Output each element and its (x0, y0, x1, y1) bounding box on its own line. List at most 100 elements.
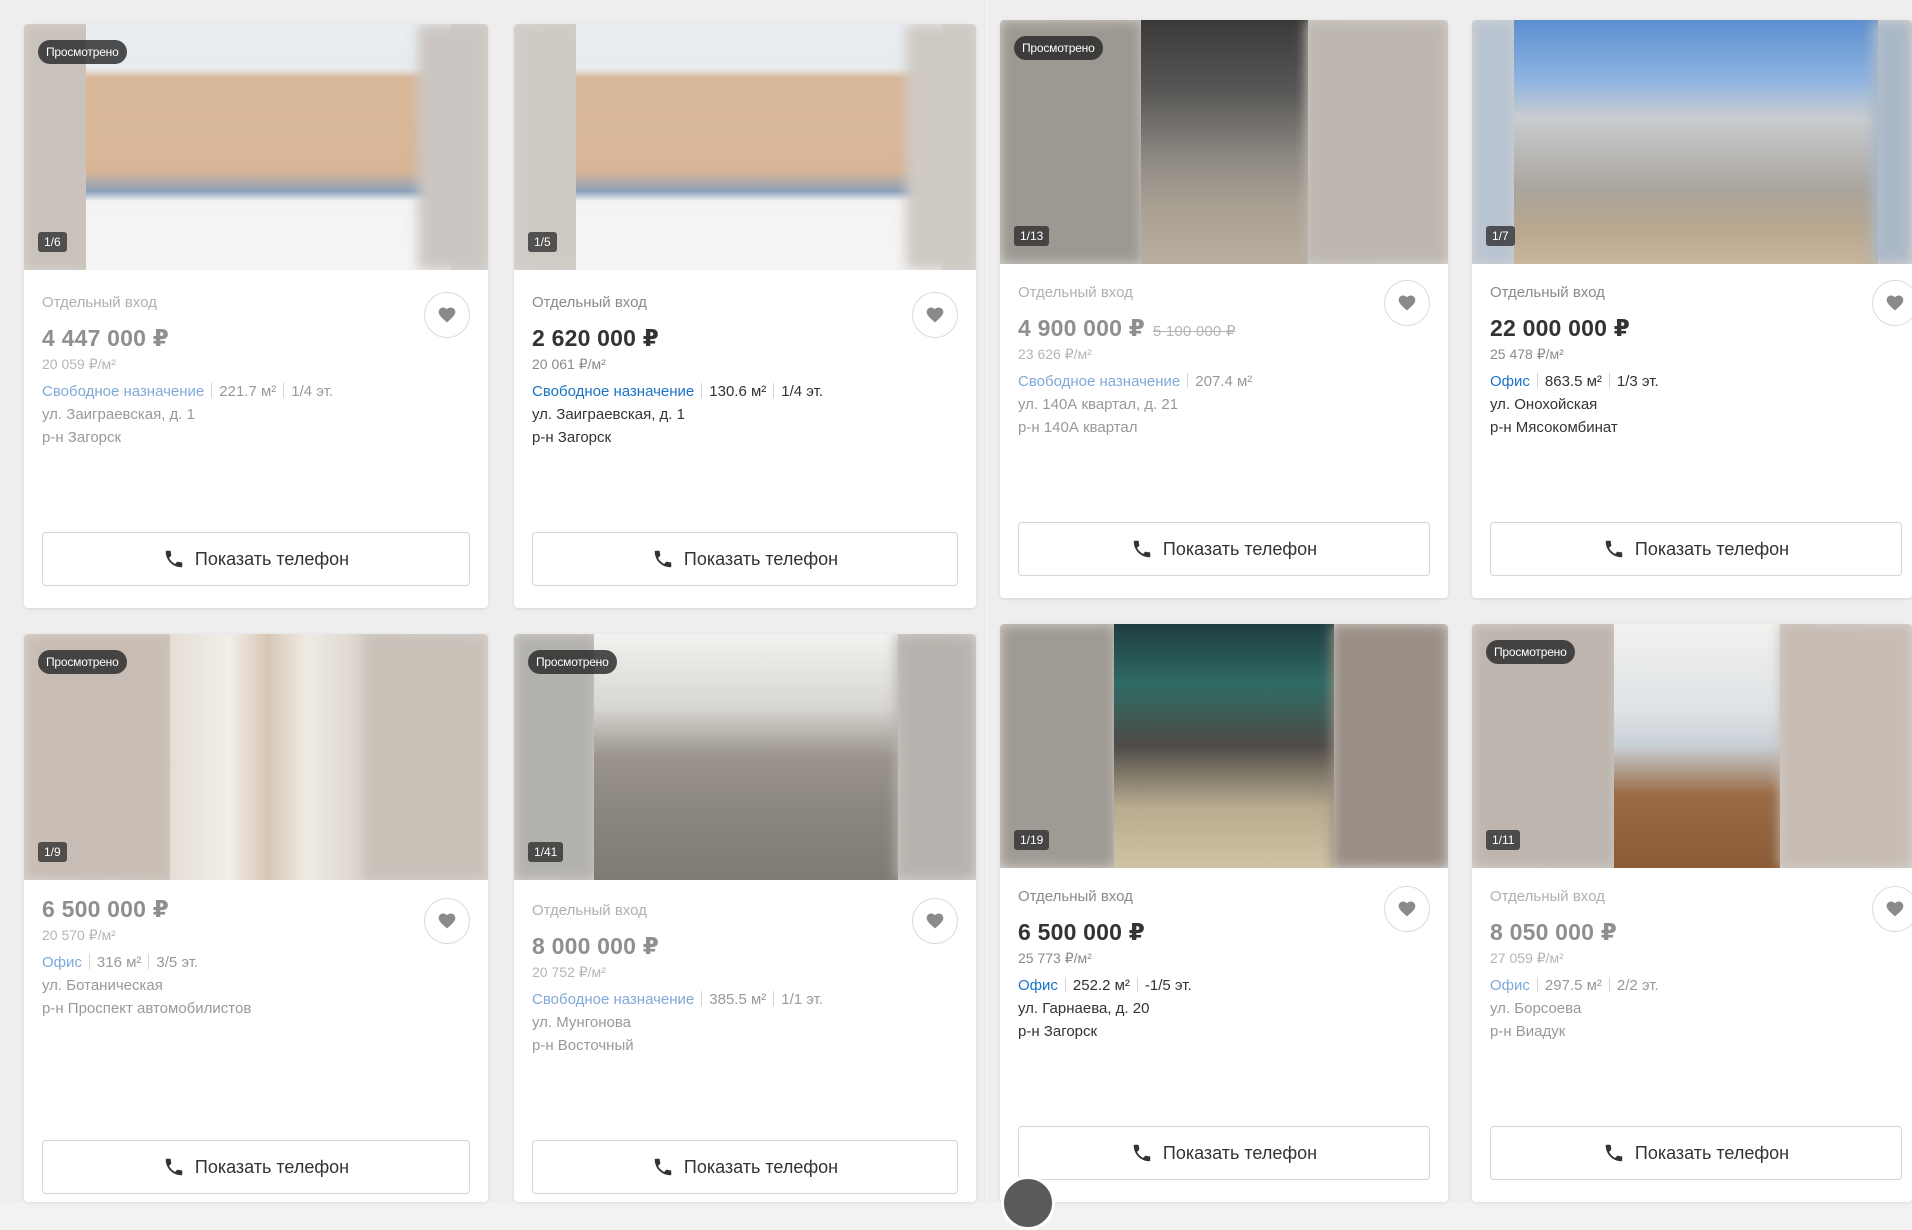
show-phone-button[interactable]: Показать телефон (532, 1140, 958, 1194)
property-district: р-н Загорск (1018, 1023, 1098, 1040)
listing-photo[interactable]: Просмотрено 1/6 (24, 24, 488, 270)
property-district: р-н Загорск (42, 429, 122, 446)
price-per-m2: 25 478 ₽/м² (1490, 346, 1564, 362)
property-district: р-н Проспект автомобилистов (42, 1000, 252, 1017)
old-price: 5 100 000 ₽ (1152, 323, 1236, 340)
property-floor: 2/2 эт. (1616, 977, 1659, 994)
property-area: 385.5 м² (709, 991, 767, 1008)
price: 6 500 000 ₽ (1018, 919, 1145, 945)
property-type-link[interactable]: Офис (1490, 373, 1530, 390)
price: 8 000 000 ₽ (532, 933, 659, 959)
listing-photo[interactable]: 1/7 (1472, 20, 1912, 264)
photo-counter: 1/19 (1014, 830, 1050, 850)
property-area: 130.6 м² (709, 383, 767, 400)
property-floor: 1/3 эт. (1616, 373, 1659, 390)
show-phone-label: Показать телефон (1162, 538, 1318, 559)
building-image (576, 24, 942, 270)
listing-photo[interactable]: Просмотрено 1/13 (1000, 20, 1448, 264)
heart-icon (1398, 901, 1416, 917)
favorite-button[interactable] (424, 292, 470, 338)
price-per-m2: 25 773 ₽/м² (1018, 950, 1092, 966)
corridor-image (1141, 20, 1308, 264)
property-address: ул. Заиграевская, д. 1 (42, 406, 195, 423)
property-district: р-н Восточный (532, 1037, 634, 1054)
favorite-button[interactable] (912, 292, 958, 338)
listing-card[interactable]: Просмотрено 1/11 Отдельный вход 8 050 00… (1472, 624, 1912, 1202)
viewed-badge: Просмотрено (528, 650, 617, 674)
favorite-button[interactable] (912, 898, 958, 944)
listing-card[interactable]: 1/7 Отдельный вход 22 000 000 ₽ 25 478 ₽… (1472, 20, 1912, 598)
property-type-link[interactable]: Свободное назначение (532, 383, 694, 400)
price-per-m2: 23 626 ₽/м² (1018, 346, 1092, 362)
show-phone-button[interactable]: Показать телефон (1018, 1126, 1430, 1180)
listing-card[interactable]: Просмотрено 1/41 Отдельный вход 8 000 00… (514, 634, 976, 1202)
building-image (1514, 20, 1878, 264)
listing-card[interactable]: 1/19 Отдельный вход 6 500 000 ₽ 25 773 ₽… (1000, 624, 1448, 1202)
property-district: р-н Загорск (532, 429, 612, 446)
property-type-link[interactable]: Офис (42, 954, 82, 971)
photo-counter: 1/41 (528, 842, 564, 862)
show-phone-button[interactable]: Показать телефон (532, 532, 958, 586)
listing-photo[interactable]: 1/19 (1000, 624, 1448, 868)
scroll-up-button[interactable] (1001, 1176, 1055, 1230)
show-phone-button[interactable]: Показать телефон (1018, 522, 1430, 576)
favorite-button[interactable] (1872, 280, 1912, 326)
favorite-button[interactable] (1384, 280, 1430, 326)
listing-card[interactable]: Просмотрено 1/6 Отдельный вход 4 447 000… (24, 24, 488, 608)
show-phone-label: Показать телефон (683, 1156, 839, 1177)
property-meta: Офис 863.5 м² 1/3 эт. (1490, 373, 1832, 390)
show-phone-label: Показать телефон (1634, 1142, 1790, 1163)
listing-card[interactable]: Просмотрено 1/9 6 500 000 ₽ 20 570 ₽/м² … (24, 634, 488, 1202)
listing-photo[interactable]: Просмотрено 1/41 (514, 634, 976, 880)
photo-counter: 1/6 (38, 232, 67, 252)
show-phone-label: Показать телефон (194, 1156, 350, 1177)
property-type-link[interactable]: Офис (1018, 977, 1058, 994)
property-type-link[interactable]: Свободное назначение (532, 991, 694, 1008)
property-type-link[interactable]: Офис (1490, 977, 1530, 994)
favorite-button[interactable] (1872, 886, 1912, 932)
entrance-label: Отдельный вход (1018, 888, 1133, 905)
property-meta: Офис 252.2 м² -1/5 эт. (1018, 977, 1368, 994)
show-phone-button[interactable]: Показать телефон (1490, 1126, 1902, 1180)
favorite-button[interactable] (1384, 886, 1430, 932)
price: 22 000 000 ₽ (1490, 315, 1630, 341)
heart-icon (438, 307, 456, 323)
entrance-label: Отдельный вход (532, 294, 647, 311)
favorite-button[interactable] (424, 898, 470, 944)
building-image (86, 24, 451, 270)
phone-icon (654, 550, 672, 568)
property-address: ул. Мунгонова (532, 1014, 631, 1031)
heart-icon (1398, 295, 1416, 311)
show-phone-button[interactable]: Показать телефон (1490, 522, 1902, 576)
listing-photo[interactable]: 1/5 (514, 24, 976, 270)
property-floor: 1/1 эт. (781, 991, 823, 1008)
phone-icon (165, 550, 183, 568)
property-type-link[interactable]: Свободное назначение (42, 383, 204, 400)
price: 8 050 000 ₽ (1490, 919, 1617, 945)
listing-photo[interactable]: Просмотрено 1/9 (24, 634, 488, 880)
listing-card[interactable]: Просмотрено 1/13 Отдельный вход 4 900 00… (1000, 20, 1448, 598)
heart-icon (1886, 901, 1904, 917)
listing-photo[interactable]: Просмотрено 1/11 (1472, 624, 1912, 868)
photo-counter: 1/11 (1486, 830, 1521, 850)
property-meta: Офис 316 м² 3/5 эт. (42, 954, 408, 971)
property-meta: Свободное назначение 207.4 м² (1018, 373, 1368, 390)
phone-icon (1605, 1144, 1623, 1162)
entrance-label: Отдельный вход (1490, 284, 1605, 301)
show-phone-button[interactable]: Показать телефон (42, 532, 470, 586)
price-per-m2: 20 061 ₽/м² (532, 356, 606, 372)
price-per-m2: 20 752 ₽/м² (532, 964, 606, 980)
property-area: 863.5 м² (1544, 373, 1602, 390)
show-phone-label: Показать телефон (1162, 1142, 1318, 1163)
show-phone-button[interactable]: Показать телефон (42, 1140, 470, 1194)
office-interior-image (1614, 624, 1780, 868)
price-per-m2: 20 059 ₽/м² (42, 356, 116, 372)
property-floor: 1/4 эт. (291, 383, 333, 400)
listing-card[interactable]: 1/5 Отдельный вход 2 620 000 ₽ 20 061 ₽/… (514, 24, 976, 608)
property-type-link[interactable]: Свободное назначение (1018, 373, 1180, 390)
property-district: р-н Мясокомбинат (1490, 419, 1618, 436)
viewed-badge: Просмотрено (38, 40, 127, 64)
entrance-label: Отдельный вход (1018, 284, 1133, 301)
property-area: 252.2 м² (1072, 977, 1130, 994)
property-meta: Свободное назначение 385.5 м² 1/1 эт. (532, 991, 896, 1008)
